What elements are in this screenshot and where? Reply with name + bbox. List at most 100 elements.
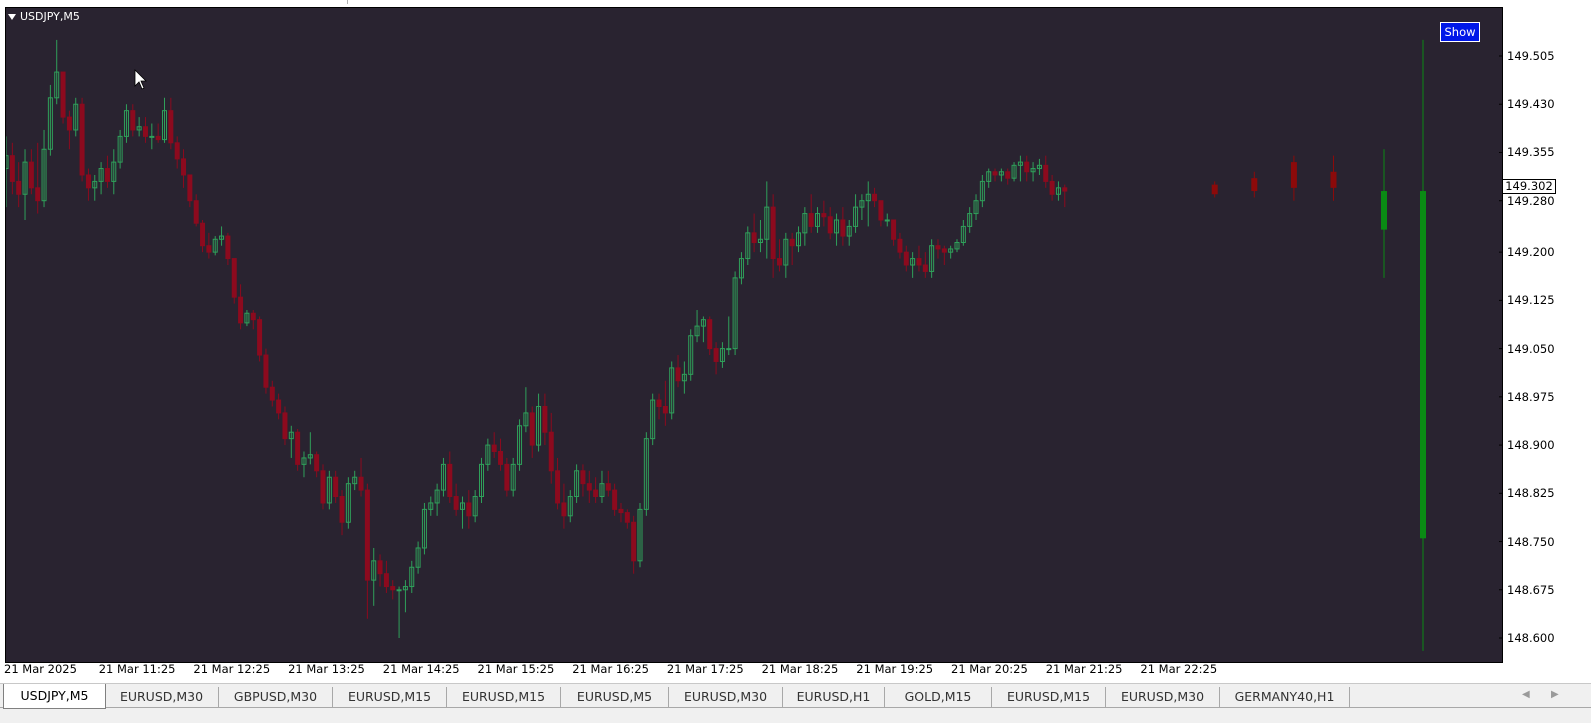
candle <box>523 387 529 433</box>
candle-body <box>872 193 878 202</box>
candle-body <box>504 463 510 491</box>
candle-body <box>257 319 263 356</box>
tab-eurusd-m30[interactable]: EURUSD,M30 <box>105 687 219 707</box>
candle <box>1043 155 1049 188</box>
chart-symbol-title[interactable]: USDJPY,M5 <box>8 10 80 23</box>
candle <box>669 361 675 420</box>
tab-usdjpy-m5[interactable]: USDJPY,M5 <box>3 684 106 709</box>
candlestick-chart[interactable] <box>0 0 1591 722</box>
candle <box>618 502 624 523</box>
candle-body <box>884 219 890 222</box>
candle <box>796 226 801 253</box>
price-tick-label: 148.675 <box>1507 582 1555 597</box>
candle <box>111 149 117 195</box>
tab-eurusd-m30[interactable]: EURUSD,M30 <box>669 687 783 707</box>
candle-body <box>174 142 180 160</box>
scroll-right-icon[interactable]: ▶ <box>1551 689 1561 701</box>
time-tick-label: 21 Mar 16:25 <box>572 662 649 676</box>
candle <box>922 252 928 278</box>
candle <box>73 97 79 137</box>
candle-body <box>726 348 732 351</box>
candle <box>130 104 136 137</box>
candle <box>333 470 339 503</box>
candle-body <box>713 348 719 362</box>
dropdown-triangle-icon[interactable] <box>8 13 16 20</box>
candle-body <box>155 135 161 141</box>
candle <box>434 483 440 516</box>
scroll-left-icon[interactable]: ◀ <box>1522 689 1532 701</box>
candle <box>561 483 567 529</box>
candle <box>390 580 396 600</box>
candle <box>485 438 491 471</box>
candle <box>929 239 935 278</box>
candle-body <box>181 158 187 176</box>
tab-eurusd-m30[interactable]: EURUSD,M30 <box>1106 687 1220 707</box>
candle <box>719 342 725 368</box>
candle-body <box>276 399 282 414</box>
candle <box>1005 168 1011 185</box>
price-tick-label: 149.505 <box>1507 49 1555 63</box>
candle-body <box>60 71 66 118</box>
candle-body <box>529 412 535 446</box>
candle <box>1062 184 1068 208</box>
candle <box>104 155 110 188</box>
candle <box>149 123 155 150</box>
candle <box>840 207 846 246</box>
tab-gold-m15[interactable]: GOLD,M15 <box>885 687 992 707</box>
candle-body <box>891 219 897 240</box>
candle <box>320 464 326 510</box>
candle-body <box>1005 171 1011 179</box>
candle-body <box>66 116 72 131</box>
tab-gbpusd-m30[interactable]: GBPUSD,M30 <box>219 687 333 707</box>
candle <box>637 502 643 568</box>
candle <box>738 252 744 285</box>
candle <box>897 232 903 259</box>
candle <box>174 136 180 169</box>
candle <box>504 457 510 497</box>
candle-body <box>808 213 814 227</box>
candle <box>231 258 237 304</box>
show-button[interactable]: Show <box>1440 22 1480 42</box>
candle <box>872 187 878 208</box>
candle <box>295 428 301 471</box>
candle <box>187 174 193 208</box>
mouse-cursor-icon <box>134 69 147 90</box>
candle-body <box>789 238 795 247</box>
tab-eurusd-m15[interactable]: EURUSD,M15 <box>447 687 561 707</box>
candle <box>643 432 649 516</box>
tab-eurusd-h1[interactable]: EURUSD,H1 <box>783 687 885 707</box>
candle-body <box>992 171 998 176</box>
candle-body <box>377 560 383 575</box>
candle-body <box>28 161 34 189</box>
candle <box>789 232 795 266</box>
candle <box>421 502 427 555</box>
candle-body <box>580 470 586 485</box>
candle <box>364 483 370 619</box>
candle <box>542 393 548 446</box>
tab-eurusd-m15[interactable]: EURUSD,M15 <box>333 687 447 707</box>
candle <box>307 432 313 465</box>
candle <box>383 560 389 593</box>
tab-eurusd-m15[interactable]: EURUSD,M15 <box>992 687 1106 707</box>
candle <box>954 239 960 253</box>
tab-eurusd-m5[interactable]: EURUSD,M5 <box>561 687 669 707</box>
candle-body <box>821 213 827 218</box>
candle <box>510 457 516 497</box>
candle-body <box>656 399 662 407</box>
candle <box>212 236 218 256</box>
candle <box>529 406 535 458</box>
projection-body <box>1211 184 1218 195</box>
candle-body <box>586 483 592 491</box>
candle-body <box>555 470 561 504</box>
candle-body <box>840 219 846 237</box>
candle <box>155 123 161 143</box>
price-ticks <box>1499 55 1503 639</box>
candle <box>1030 162 1036 182</box>
price-tick-label: 148.825 <box>1507 486 1555 501</box>
tab-germany40-h1[interactable]: GERMANY40,H1 <box>1220 687 1350 707</box>
candle <box>821 200 827 227</box>
candle <box>269 380 275 407</box>
candle-body <box>498 451 504 465</box>
candle <box>181 149 187 188</box>
candle <box>694 310 700 343</box>
